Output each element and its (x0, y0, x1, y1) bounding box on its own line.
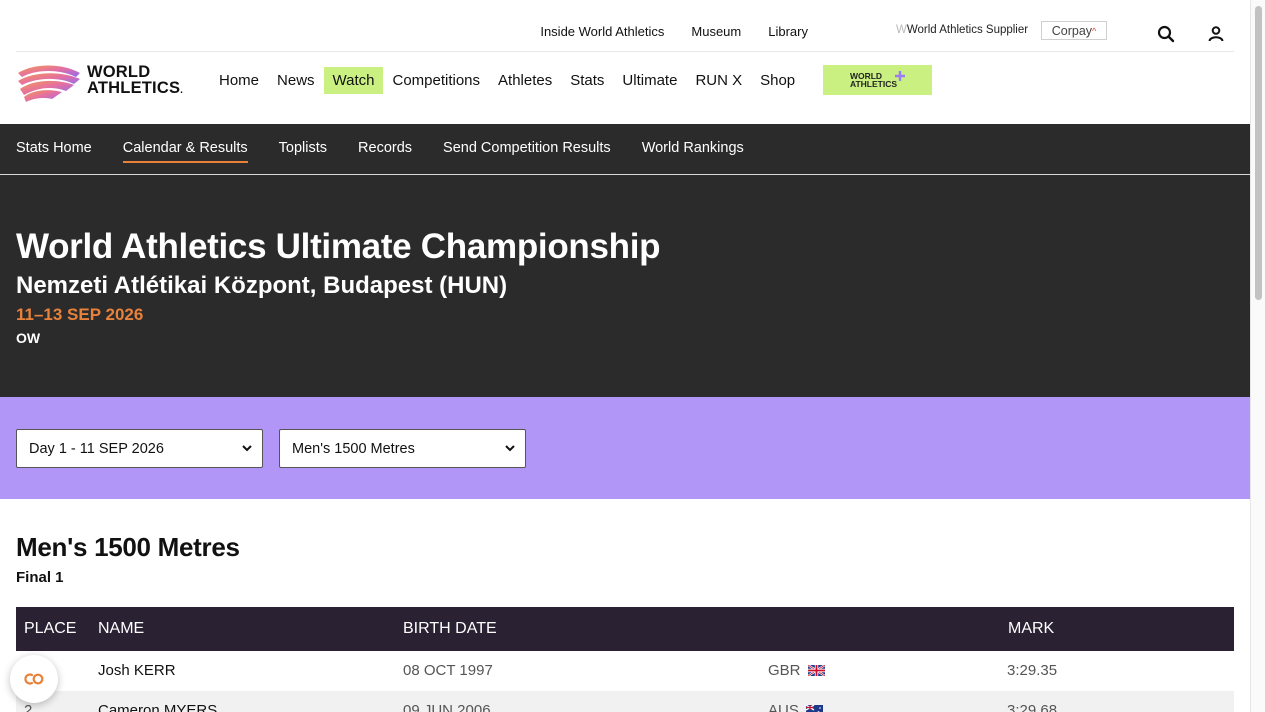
user-account-icon[interactable] (1204, 22, 1228, 46)
results-table: PLACE NAME BIRTH DATE MARK 1 Josh KERR 0… (16, 607, 1234, 712)
plus-icon (895, 71, 906, 81)
chevron-down-icon (242, 445, 252, 452)
nav-stats[interactable]: Stats (561, 67, 613, 94)
logo-dot: . (180, 85, 184, 96)
row-country-code: AUS (768, 702, 799, 712)
wa-plus-wordmark: WORLD ATHLETICS (849, 72, 898, 89)
logo-line-2: ATHLETICS. (87, 80, 183, 99)
supplier-label: W World Athletics Supplier (896, 24, 1028, 36)
aus-flag-icon (805, 705, 823, 712)
header-name: NAME (98, 620, 145, 637)
table-row[interactable]: 2 Cameron MYERS 09 JUN 2006 AUS 3:29.68 (16, 691, 1234, 712)
row-name[interactable]: Josh KERR (98, 662, 176, 679)
row-birth-date: 09 JUN 2006 (403, 702, 491, 712)
header-birth-date: BIRTH DATE (403, 620, 497, 637)
event-select-value: Men's 1500 Metres (292, 440, 415, 457)
scrollbar-thumb[interactable] (1255, 6, 1262, 300)
row-mark: 3:29.68 (1007, 702, 1058, 712)
table-row[interactable]: 1 Josh KERR 08 OCT 1997 GBR 3:29.35 (16, 651, 1234, 691)
logo-line-2-text: ATHLETICS (87, 79, 181, 97)
stats-navigation: Stats Home Calendar & Results Toplists R… (0, 124, 1250, 175)
competition-hero: World Athletics Ultimate Championship Ne… (0, 175, 1250, 397)
nav-home[interactable]: Home (210, 67, 268, 94)
header-place: PLACE (24, 620, 77, 637)
nav-ultimate[interactable]: Ultimate (613, 67, 686, 94)
supplier-text: World Athletics Supplier (906, 24, 1029, 36)
stats-nav-records[interactable]: Records (358, 140, 412, 163)
link-museum[interactable]: Museum (691, 24, 741, 39)
link-library[interactable]: Library (768, 24, 808, 39)
corpay-text: Corpay (1051, 23, 1093, 38)
logo-line-1: WORLD (87, 63, 151, 81)
row-name[interactable]: Cameron MYERS (98, 702, 217, 712)
row-birth-date: 08 OCT 1997 (403, 662, 493, 679)
stats-nav-send-results[interactable]: Send Competition Results (443, 140, 611, 163)
world-athletics-logo[interactable]: WORLD ATHLETICS. (16, 61, 196, 105)
nav-run-x[interactable]: RUN X (686, 67, 751, 94)
row-place: 2 (24, 702, 33, 712)
competition-category: OW (16, 330, 41, 346)
nav-competitions[interactable]: Competitions (383, 67, 489, 94)
competition-dates: 11–13 SEP 2026 (16, 305, 144, 324)
stats-links: Stats Home Calendar & Results Toplists R… (16, 140, 744, 163)
page: Inside World Athletics Museum Library W … (0, 0, 1250, 712)
link-inside-world-athletics[interactable]: Inside World Athletics (540, 24, 664, 39)
row-country: AUS (768, 702, 823, 712)
stats-nav-stats-home[interactable]: Stats Home (16, 140, 92, 163)
utility-bar: Inside World Athletics Museum Library W … (16, 14, 1234, 52)
wa-plus-line-2: ATHLETICS (849, 79, 898, 89)
main-navigation: WORLD ATHLETICS. Home News Watch Competi… (0, 53, 1250, 123)
stats-nav-calendar-results[interactable]: Calendar & Results (122, 140, 248, 163)
competition-title: World Athletics Ultimate Championship (16, 227, 661, 266)
search-icon[interactable] (1154, 22, 1178, 46)
gbr-flag-icon (807, 665, 825, 676)
results-subtitle: Final 1 (16, 569, 64, 586)
day-select-value: Day 1 - 11 SEP 2026 (29, 440, 164, 457)
supplier-ghost-letter: W (896, 24, 907, 36)
day-select[interactable]: Day 1 - 11 SEP 2026 (16, 429, 263, 468)
row-country-code: GBR (768, 662, 801, 679)
scrollbar[interactable] (1250, 0, 1265, 712)
stats-nav-world-rankings[interactable]: World Rankings (642, 140, 744, 163)
link-icon (24, 673, 44, 685)
world-athletics-logo-icon (18, 65, 80, 102)
event-select[interactable]: Men's 1500 Metres (279, 429, 526, 468)
nav-athletes[interactable]: Athletes (489, 67, 561, 94)
utility-links: Inside World Athletics Museum Library (540, 24, 808, 39)
row-country: GBR (768, 662, 825, 679)
logo-wordmark: WORLD ATHLETICS. (87, 64, 183, 99)
chevron-down-icon (505, 445, 515, 452)
nav-news[interactable]: News (268, 67, 324, 94)
table-header: PLACE NAME BIRTH DATE MARK (16, 607, 1234, 651)
filter-band: Day 1 - 11 SEP 2026 Men's 1500 Metres (0, 397, 1250, 499)
corpay-logo[interactable]: Corpay ^ (1041, 21, 1107, 40)
world-athletics-plus-button[interactable]: WORLD ATHLETICS (823, 65, 932, 95)
nav-shop[interactable]: Shop (751, 67, 804, 94)
header-mark: MARK (1008, 620, 1055, 637)
corpay-mark-icon: ^ (1092, 25, 1097, 36)
floating-action-button[interactable] (10, 655, 58, 703)
competition-venue: Nemzeti Atlétikai Központ, Budapest (HUN… (16, 272, 508, 299)
nav-watch[interactable]: Watch (323, 67, 384, 94)
row-mark: 3:29.35 (1007, 662, 1058, 679)
results-title: Men's 1500 Metres (16, 532, 240, 562)
stats-nav-toplists[interactable]: Toplists (279, 140, 327, 163)
nav-items: Home News Watch Competitions Athletes St… (210, 67, 804, 94)
